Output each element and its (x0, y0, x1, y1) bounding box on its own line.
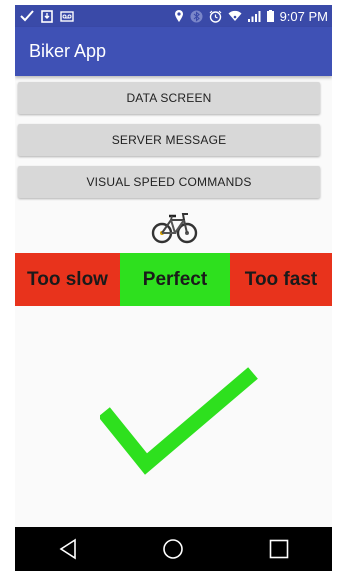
perfect-label: Perfect (142, 268, 208, 290)
app-bar: Biker App (15, 27, 332, 76)
bluetooth-icon (190, 10, 203, 23)
data-screen-button[interactable]: DATA SCREEN (18, 82, 320, 114)
status-bar: 9:07 PM (15, 5, 332, 27)
alarm-icon (209, 10, 222, 23)
recents-icon[interactable] (259, 529, 299, 569)
server-message-button[interactable]: SERVER MESSAGE (18, 124, 320, 156)
check-icon (20, 10, 34, 22)
status-system: 9:07 PM (174, 9, 328, 24)
visual-speed-commands-button-label: VISUAL SPEED COMMANDS (86, 175, 252, 189)
too-fast-label: Too fast (244, 268, 318, 290)
too-fast-cell: Too fast (230, 253, 332, 306)
visual-speed-commands-button[interactable]: VISUAL SPEED COMMANDS (18, 166, 320, 198)
checkmark-icon (98, 360, 260, 480)
phone-screen: 9:07 PM Biker App DATA SCREEN SERVER MES… (15, 5, 332, 571)
too-slow-cell: Too slow (15, 253, 120, 306)
status-time: 9:07 PM (279, 8, 328, 24)
app-title: Biker App (29, 41, 107, 61)
perfect-cell: Perfect (120, 253, 230, 306)
navigation-bar (15, 527, 332, 571)
too-slow-label: Too slow (27, 268, 108, 290)
battery-icon (266, 10, 274, 22)
status-notifications (20, 9, 74, 23)
bicycle-icon (151, 210, 199, 244)
home-icon[interactable] (153, 529, 193, 569)
download-icon (41, 9, 53, 23)
signal-icon (247, 10, 261, 22)
data-screen-button-label: DATA SCREEN (126, 91, 212, 105)
back-icon[interactable] (48, 529, 88, 569)
server-message-button-label: SERVER MESSAGE (111, 133, 227, 147)
voicemail-icon (60, 10, 74, 22)
location-icon (174, 9, 184, 23)
speed-indicator: Too slow Perfect Too fast (15, 253, 332, 306)
wifi-icon (228, 10, 242, 22)
